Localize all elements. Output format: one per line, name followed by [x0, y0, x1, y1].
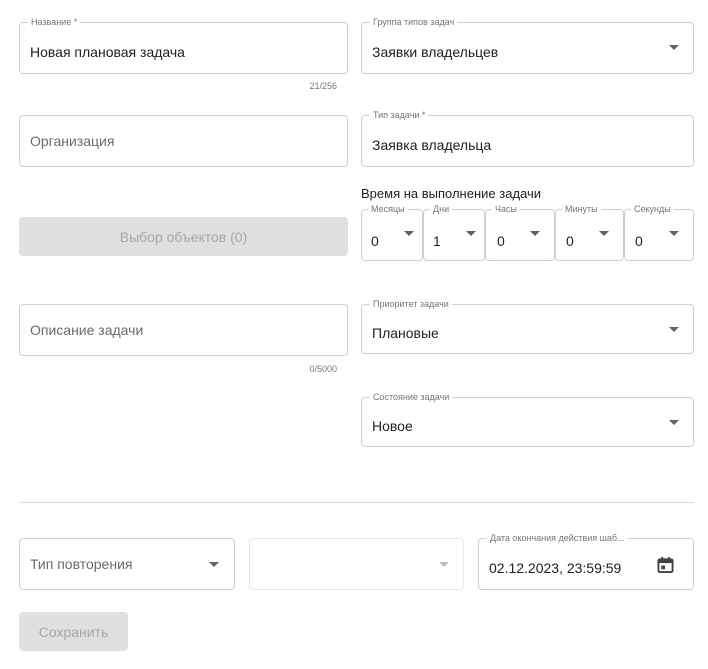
end-date-label: Дата окончания действия шаб...: [487, 533, 628, 543]
section-divider: [19, 502, 694, 503]
state-label: Состояние задачи: [370, 392, 453, 402]
duration-minutes-select[interactable]: Минуты 0: [555, 204, 624, 261]
chevron-down-icon: [669, 327, 679, 332]
repeat-interval-select[interactable]: [249, 538, 464, 590]
name-field[interactable]: Название * Новая плановая задача: [19, 17, 348, 74]
save-button[interactable]: Сохранить: [19, 612, 128, 651]
description-placeholder: Описание задачи: [30, 322, 144, 338]
duration-days-select[interactable]: Дни 1: [423, 204, 485, 261]
duration-minutes-value: 0: [566, 233, 574, 249]
priority-value: Плановые: [372, 325, 439, 341]
task-type-group-select[interactable]: Группа типов задач Заявки владельцев: [361, 17, 694, 74]
task-type-group-label: Группа типов задач: [370, 17, 458, 27]
duration-hours-value: 0: [497, 233, 505, 249]
name-counter: 21/256: [309, 81, 337, 91]
chevron-down-icon: [669, 231, 679, 236]
state-select[interactable]: Состояние задачи Новое: [361, 392, 694, 447]
select-objects-button[interactable]: Выбор объектов (0): [19, 217, 348, 256]
repeat-type-select[interactable]: Тип повторения: [19, 538, 235, 590]
task-type-input[interactable]: Тип задачи * Заявка владельца: [361, 110, 694, 167]
duration-hours-select[interactable]: Часы 0: [485, 204, 555, 261]
chevron-down-icon: [669, 45, 679, 50]
duration-seconds-label: Секунды: [631, 204, 674, 214]
chevron-down-icon: [599, 231, 609, 236]
priority-select[interactable]: Приоритет задачи Плановые: [361, 299, 694, 354]
duration-days-label: Дни: [430, 204, 453, 214]
description-input[interactable]: Описание задачи: [19, 304, 348, 356]
end-date-input[interactable]: Дата окончания действия шаб... 02.12.202…: [478, 533, 694, 590]
chevron-down-icon: [439, 562, 449, 567]
duration-title: Время на выполнение задачи: [361, 186, 542, 201]
calendar-icon[interactable]: [657, 556, 674, 574]
organization-input[interactable]: Организация: [19, 115, 348, 167]
duration-seconds-select[interactable]: Секунды 0: [624, 204, 694, 261]
name-value: Новая плановая задача: [30, 44, 185, 60]
duration-minutes-label: Минуты: [562, 204, 601, 214]
chevron-down-icon: [530, 231, 540, 236]
end-date-value: 02.12.2023, 23:59:59: [489, 560, 622, 576]
state-value: Новое: [372, 418, 413, 434]
task-type-group-value: Заявки владельцев: [372, 44, 499, 60]
task-type-label: Тип задачи *: [370, 110, 429, 120]
chevron-down-icon: [466, 231, 476, 236]
duration-days-value: 1: [433, 233, 441, 249]
chevron-down-icon: [669, 420, 679, 425]
chevron-down-icon: [404, 231, 414, 236]
duration-seconds-value: 0: [635, 233, 643, 249]
task-type-value: Заявка владельца: [372, 137, 492, 153]
duration-hours-label: Часы: [492, 204, 520, 214]
duration-months-value: 0: [371, 233, 379, 249]
repeat-type-placeholder: Тип повторения: [30, 556, 133, 572]
name-label: Название *: [28, 17, 81, 27]
duration-months-select[interactable]: Месяцы 0: [361, 204, 423, 261]
chevron-down-icon: [209, 562, 219, 567]
duration-months-label: Месяцы: [368, 204, 408, 214]
priority-label: Приоритет задачи: [370, 299, 452, 309]
organization-placeholder: Организация: [30, 133, 115, 149]
description-counter: 0/5000: [309, 364, 337, 374]
